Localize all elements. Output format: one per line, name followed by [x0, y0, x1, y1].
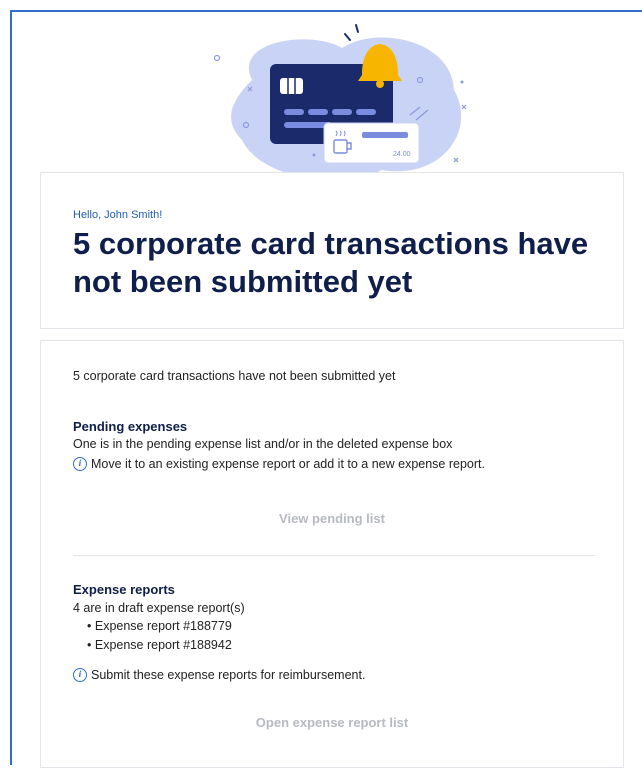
details-card: 5 corporate card transactions have not b…: [40, 340, 624, 768]
expense-reports-title: Expense reports: [73, 582, 175, 597]
expense-report-item[interactable]: Expense report #188942: [87, 636, 232, 655]
reports-tip-text: Submit these expense reports for reimbur…: [91, 668, 366, 682]
pending-expenses-text: One is in the pending expense list and/o…: [73, 437, 453, 451]
info-circle-icon: i: [73, 668, 87, 682]
card-notification-illustration: 24.00: [213, 24, 467, 180]
summary-text: 5 corporate card transactions have not b…: [73, 369, 396, 383]
page-title: 5 corporate card transactions have not b…: [73, 226, 589, 299]
expense-report-list: Expense report #188779 Expense report #1…: [87, 617, 232, 655]
pending-tip: i Move it to an existing expense report …: [73, 457, 485, 471]
receipt: 24.00: [323, 122, 420, 164]
expense-reports-text: 4 are in draft expense report(s): [73, 601, 245, 615]
view-pending-list-button[interactable]: View pending list: [41, 511, 623, 526]
pending-expenses-title: Pending expenses: [73, 419, 188, 434]
section-divider: [73, 555, 595, 556]
info-circle-icon: i: [73, 457, 87, 471]
pending-tip-text: Move it to an existing expense report or…: [91, 457, 485, 471]
amount-text: 24.00: [393, 151, 411, 158]
open-expense-report-list-button[interactable]: Open expense report list: [41, 715, 623, 730]
greeting-text: Hello, John Smith!: [73, 209, 163, 221]
email-frame: 24.00 Hello, John Smith! 5 corporate car…: [10, 10, 642, 768]
greeting-card: Hello, John Smith! 5 corporate card tran…: [40, 172, 624, 329]
expense-report-item[interactable]: Expense report #188779: [87, 617, 232, 636]
reports-tip: i Submit these expense reports for reimb…: [73, 668, 365, 682]
